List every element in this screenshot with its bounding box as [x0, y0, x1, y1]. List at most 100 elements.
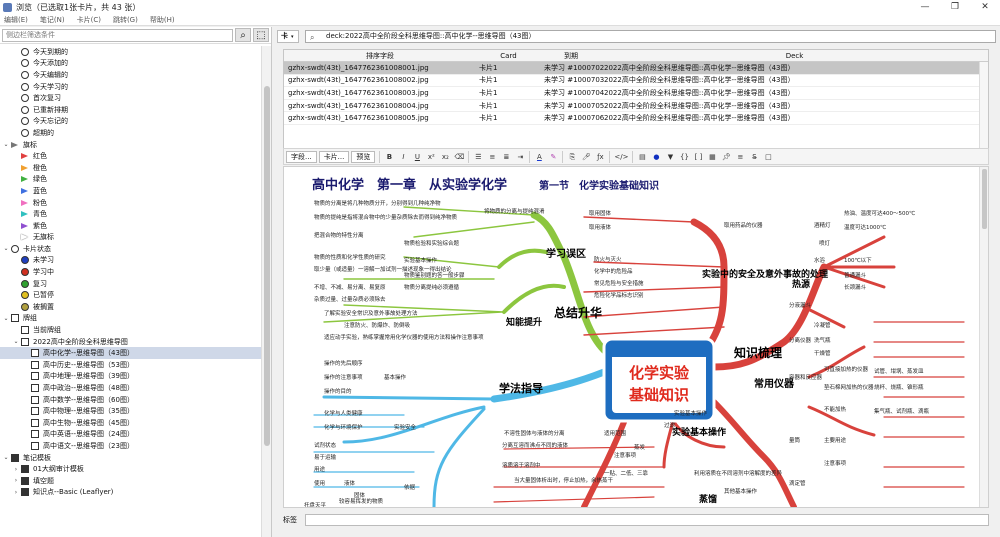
- sidebar-item[interactable]: 紫色: [0, 220, 262, 232]
- table-row[interactable]: gzhx-swdt(43t)_1647762361008001.jpg 卡片1 未学…: [284, 62, 988, 75]
- sidebar-item[interactable]: 已重新排期: [0, 104, 262, 116]
- sidebar-item[interactable]: 高中英语--思维导图（24图）: [0, 429, 262, 441]
- bold-icon[interactable]: B: [384, 151, 394, 163]
- sidebar-item[interactable]: 今天添加的: [0, 58, 262, 70]
- chevron-icon[interactable]: ›: [12, 489, 20, 496]
- sidebar-scrollbar[interactable]: [261, 46, 271, 537]
- sidebar-item[interactable]: 高中政治--思维导图（48图）: [0, 382, 262, 394]
- editor-scrollbar[interactable]: [979, 167, 988, 507]
- square-icon[interactable]: □: [763, 151, 773, 163]
- blue-dot-icon[interactable]: ●: [651, 151, 661, 163]
- field-editor[interactable]: 化学实验 基础知识 高中化学 第一章 从实验学化学 第一节 化学实验基础知识 学…: [283, 166, 989, 508]
- column-header-card[interactable]: Card: [476, 52, 541, 60]
- select-tool-icon[interactable]: ⬚: [253, 28, 269, 42]
- menu-go[interactable]: 跳转(G): [113, 15, 138, 25]
- sidebar-item[interactable]: 今天到期的: [0, 46, 262, 58]
- cloze-icon[interactable]: ▤: [637, 151, 647, 163]
- sidebar-item[interactable]: ⌄ 2022高中全阶段全科思维导图: [0, 336, 262, 348]
- list-icon[interactable]: ≡: [735, 151, 745, 163]
- sidebar-item[interactable]: 今天忘记的: [0, 116, 262, 128]
- preview-button[interactable]: 预览: [351, 150, 376, 163]
- tags-input[interactable]: [305, 514, 989, 526]
- sidebar-item[interactable]: 超期的: [0, 127, 262, 139]
- sidebar-item[interactable]: 高中物理--思维导图（35图）: [0, 405, 262, 417]
- sidebar-item[interactable]: 当前牌组: [0, 324, 262, 336]
- column-header-deck[interactable]: Deck: [601, 52, 988, 60]
- menu-notes[interactable]: 笔记(N): [40, 15, 65, 25]
- sidebar-item[interactable]: 高中生物--思维导图（45图）: [0, 417, 262, 429]
- sidebar-item[interactable]: 学习中: [0, 266, 262, 278]
- strike-icon[interactable]: S̶: [749, 151, 759, 163]
- chevron-icon[interactable]: ⌄: [2, 454, 10, 461]
- table-row[interactable]: gzhx-swdt(43t)_1647762361008003.jpg 卡片1 未学…: [284, 87, 988, 100]
- triangle-icon[interactable]: ▼: [665, 151, 675, 163]
- close-button[interactable]: ✕: [970, 2, 1000, 12]
- sidebar-item[interactable]: 首次复习: [0, 92, 262, 104]
- subscript-icon[interactable]: x₂: [440, 151, 450, 163]
- sidebar-item[interactable]: 被搁置: [0, 301, 262, 313]
- cards-notes-toggle[interactable]: 卡 ▾: [277, 29, 299, 43]
- sidebar-item[interactable]: ⌄ 笔记模板: [0, 452, 262, 464]
- fields-button[interactable]: 字段...: [286, 150, 317, 163]
- cards-button[interactable]: 卡片...: [318, 150, 350, 163]
- sidebar-item[interactable]: 红色: [0, 150, 262, 162]
- sidebar-item[interactable]: 蓝色: [0, 185, 262, 197]
- chevron-icon[interactable]: ⌄: [2, 245, 10, 252]
- sidebar-item[interactable]: › 01大纲审计模板: [0, 463, 262, 475]
- record-icon[interactable]: 🎤︎: [581, 151, 591, 163]
- sidebar-item[interactable]: 高中数学--思维导图（60图）: [0, 394, 262, 406]
- highlight-icon[interactable]: ✎: [548, 151, 558, 163]
- pin-icon[interactable]: 📌︎: [721, 151, 731, 163]
- menu-edit[interactable]: 编辑(E): [4, 15, 28, 25]
- chevron-icon[interactable]: ⌄: [2, 315, 10, 322]
- sidebar-item[interactable]: 今天编辑的: [0, 69, 262, 81]
- column-header-sort[interactable]: 排序字段: [284, 51, 476, 61]
- sidebar-item[interactable]: 高中化学--思维导图（43图）: [0, 347, 262, 360]
- braces-icon[interactable]: {}: [679, 151, 689, 163]
- brackets-icon[interactable]: [ ]: [693, 151, 703, 163]
- unordered-list-icon[interactable]: ☰: [473, 151, 483, 163]
- sidebar-item[interactable]: 高中历史--思维导图（53图）: [0, 359, 262, 371]
- sidebar-item[interactable]: ⌄ 卡片状态: [0, 243, 262, 255]
- sidebar-item[interactable]: 青色: [0, 208, 262, 220]
- chevron-icon[interactable]: ›: [12, 466, 20, 473]
- sidebar-item[interactable]: 高中地理--思维导图（39图）: [0, 371, 262, 383]
- grid-icon[interactable]: ▦: [707, 151, 717, 163]
- italic-icon[interactable]: I: [398, 151, 408, 163]
- function-icon[interactable]: ƒx: [595, 151, 605, 163]
- attach-icon[interactable]: ⎘: [567, 151, 577, 163]
- indent-icon[interactable]: ⇥: [515, 151, 525, 163]
- menu-cards[interactable]: 卡片(C): [77, 15, 101, 25]
- sidebar-item[interactable]: 橙色: [0, 162, 262, 174]
- superscript-icon[interactable]: x²: [426, 151, 436, 163]
- maximize-button[interactable]: ❐: [940, 2, 970, 12]
- search-icon[interactable]: ⌕: [235, 28, 251, 42]
- table-scrollbar[interactable]: [979, 62, 988, 154]
- chevron-icon[interactable]: ›: [12, 477, 20, 484]
- sidebar-item[interactable]: 复习: [0, 278, 262, 290]
- sidebar-item[interactable]: 高中语文--思维导图（23图）: [0, 440, 262, 452]
- sidebar-search-input[interactable]: 侧边栏筛选条件: [2, 28, 233, 42]
- table-row[interactable]: gzhx-swdt(43t)_1647762361008005.jpg 卡片1 未学…: [284, 112, 988, 125]
- sidebar-item[interactable]: 今天学习的: [0, 81, 262, 93]
- sidebar-item[interactable]: 绿色: [0, 174, 262, 186]
- sidebar-item[interactable]: › 知识点--Basic (Leaflyer): [0, 487, 262, 499]
- menu-help[interactable]: 帮助(H): [150, 15, 175, 25]
- editor-scroll-thumb[interactable]: [982, 169, 987, 229]
- ordered-list-icon[interactable]: ≡: [487, 151, 497, 163]
- align-icon[interactable]: ≣: [501, 151, 511, 163]
- table-row[interactable]: gzhx-swdt(43t)_1647762361008002.jpg 卡片1 未学…: [284, 75, 988, 88]
- table-row[interactable]: gzhx-swdt(43t)_1647762361008004.jpg 卡片1 未学…: [284, 100, 988, 113]
- chevron-icon[interactable]: ⌄: [2, 141, 10, 148]
- html-editor-icon[interactable]: </>: [614, 151, 628, 163]
- column-header-due[interactable]: 到期: [541, 51, 601, 61]
- sidebar-item[interactable]: 未学习: [0, 255, 262, 267]
- minimize-button[interactable]: —: [910, 2, 940, 12]
- sidebar-item[interactable]: 粉色: [0, 197, 262, 209]
- chevron-icon[interactable]: ⌄: [12, 338, 20, 345]
- sidebar-item[interactable]: › 填空题: [0, 475, 262, 487]
- sidebar-scroll-thumb[interactable]: [264, 86, 270, 446]
- eraser-icon[interactable]: ⌫: [454, 151, 464, 163]
- underline-icon[interactable]: U: [412, 151, 422, 163]
- sidebar-item[interactable]: 无旗标: [0, 232, 262, 244]
